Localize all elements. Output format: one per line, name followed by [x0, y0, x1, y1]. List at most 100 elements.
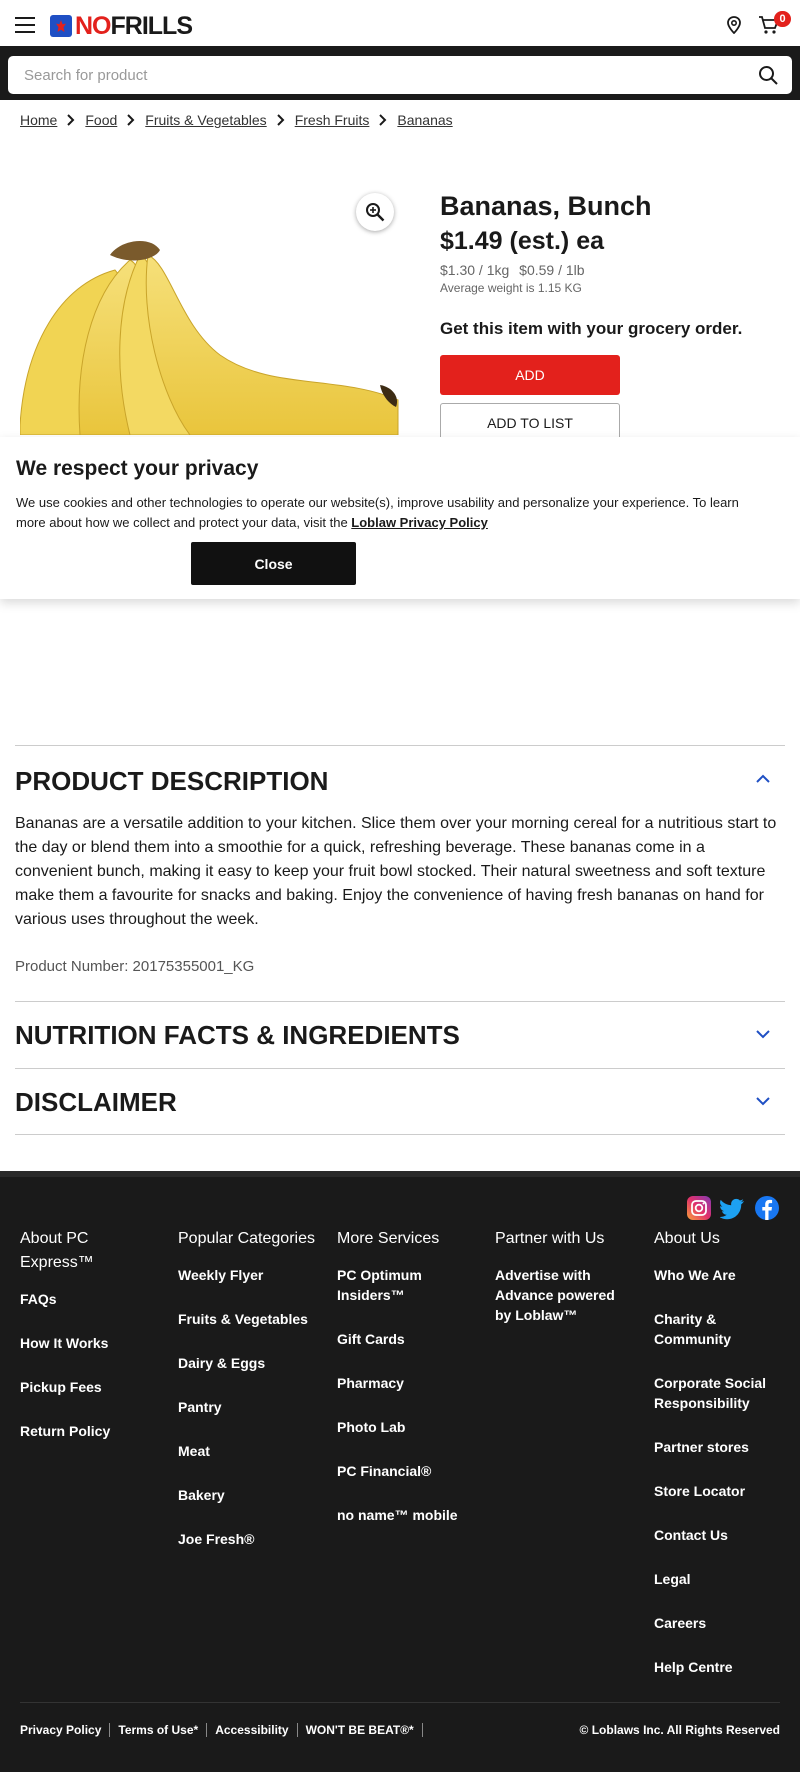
breadcrumb-bananas[interactable]: Bananas	[397, 112, 452, 128]
social-links	[686, 1195, 780, 1221]
footer-bottom-bar: Privacy Policy Terms of Use* Accessibili…	[20, 1702, 780, 1737]
description-title: PRODUCT DESCRIPTION	[15, 766, 329, 796]
privacy-title: We respect your privacy	[16, 457, 259, 480]
copyright: © Loblaws Inc. All Rights Reserved	[579, 1723, 780, 1737]
chevron-right-icon	[67, 114, 75, 126]
footer-link-gift-cards[interactable]: Gift Cards	[337, 1329, 477, 1349]
description-section: PRODUCT DESCRIPTION Bananas are a versat…	[15, 745, 785, 1001]
privacy-banner: We respect your privacy We use cookies a…	[0, 437, 800, 599]
nutrition-header[interactable]: NUTRITION FACTS & INGREDIENTS	[15, 1002, 785, 1068]
price-est: (est.)	[509, 227, 570, 255]
footer-link-pharmacy[interactable]: Pharmacy	[337, 1373, 477, 1393]
chevron-right-icon	[379, 114, 387, 126]
privacy-close-button[interactable]: Close	[191, 542, 356, 585]
footer-link-who-we-are[interactable]: Who We Are	[654, 1265, 794, 1285]
unit-price-lb: $0.59 / 1lb	[519, 262, 585, 278]
footer-link-how-it-works[interactable]: How It Works	[20, 1333, 160, 1353]
price-unit: ea	[576, 227, 605, 255]
logo-text: NOFRILLS	[75, 11, 193, 40]
product-number: Product Number: 20175355001_KG	[15, 958, 255, 975]
breadcrumb-fruits-vegetables[interactable]: Fruits & Vegetables	[145, 112, 266, 128]
product-image[interactable]	[20, 225, 400, 435]
product-price: $1.49 (est.) ea	[440, 226, 790, 256]
footer-column-partner: Partner with Us Advertise with Advance p…	[495, 1227, 635, 1349]
breadcrumb: Home Food Fruits & Vegetables Fresh Frui…	[20, 112, 453, 128]
privacy-text: We use cookies and other technologies to…	[16, 493, 766, 533]
footer-link-pc-financial[interactable]: PC Financial®	[337, 1461, 477, 1481]
twitter-icon[interactable]	[720, 1195, 746, 1221]
footer-column-about-us: About Us Who We Are Charity & Community …	[654, 1227, 794, 1701]
footer-link-fruits-vegetables[interactable]: Fruits & Vegetables	[178, 1309, 318, 1329]
unit-price-kg: $1.30 / 1kg	[440, 262, 510, 278]
breadcrumb-home[interactable]: Home	[20, 112, 57, 128]
product-info: Bananas, Bunch $1.49 (est.) ea $1.30 / 1…	[440, 190, 790, 443]
footer-column-about-pc-express: About PC Express™ FAQs How It Works Pick…	[20, 1227, 160, 1465]
disclaimer-header[interactable]: DISCLAIMER	[15, 1069, 785, 1135]
unit-prices: $1.30 / 1kg $0.59 / 1lb	[440, 262, 790, 278]
search-box	[8, 56, 792, 94]
footer-link-no-name-mobile[interactable]: no name™ mobile	[337, 1505, 477, 1525]
footer-link-return-policy[interactable]: Return Policy	[20, 1421, 160, 1441]
cart-count-badge: 0	[774, 11, 791, 27]
footer-link-weekly-flyer[interactable]: Weekly Flyer	[178, 1265, 318, 1285]
footer-column-popular-categories: Popular Categories Weekly Flyer Fruits &…	[178, 1227, 318, 1573]
footer-link-help-centre[interactable]: Help Centre	[654, 1657, 794, 1677]
footer-link-contact-us[interactable]: Contact Us	[654, 1525, 794, 1545]
nutrition-title: NUTRITION FACTS & INGREDIENTS	[15, 1020, 460, 1050]
instagram-icon[interactable]	[686, 1195, 712, 1221]
location-pin-icon[interactable]	[726, 16, 742, 34]
logo[interactable]: NOFRILLS	[50, 11, 193, 40]
disclaimer-title: DISCLAIMER	[15, 1087, 177, 1117]
order-prompt: Get this item with your grocery order.	[440, 319, 743, 338]
chevron-down-icon[interactable]	[756, 1097, 770, 1106]
footer-heading: Partner with Us	[495, 1230, 605, 1247]
privacy-policy-link[interactable]: Loblaw Privacy Policy	[351, 515, 488, 530]
search-bar	[0, 50, 800, 100]
footer-link-photo-lab[interactable]: Photo Lab	[337, 1417, 477, 1437]
footer-heading: Popular Categories	[178, 1230, 315, 1247]
terms-of-use-link[interactable]: Terms of Use*	[118, 1723, 208, 1737]
footer-link-charity[interactable]: Charity & Community	[654, 1309, 794, 1349]
site-footer: About PC Express™ FAQs How It Works Pick…	[0, 1171, 800, 1772]
footer-link-store-locator[interactable]: Store Locator	[654, 1481, 794, 1501]
product-accordion: PRODUCT DESCRIPTION Bananas are a versat…	[15, 745, 785, 1135]
zoom-in-icon	[366, 203, 385, 222]
footer-link-legal[interactable]: Legal	[654, 1569, 794, 1589]
footer-link-pc-optimum[interactable]: PC Optimum Insiders™	[337, 1265, 477, 1305]
footer-link-bakery[interactable]: Bakery	[178, 1485, 318, 1505]
disclaimer-section[interactable]: DISCLAIMER	[15, 1068, 785, 1135]
description-text: Bananas are a versatile addition to your…	[15, 815, 777, 928]
footer-heading: More Services	[337, 1230, 440, 1247]
footer-heading: About Us	[654, 1230, 720, 1247]
footer-link-pantry[interactable]: Pantry	[178, 1397, 318, 1417]
site-header: NOFRILLS 0	[0, 0, 800, 50]
footer-link-pickup-fees[interactable]: Pickup Fees	[20, 1377, 160, 1397]
zoom-button[interactable]	[356, 193, 394, 231]
footer-link-joe-fresh[interactable]: Joe Fresh®	[178, 1529, 318, 1549]
add-button[interactable]: ADD	[440, 355, 620, 395]
breadcrumb-fresh-fruits[interactable]: Fresh Fruits	[295, 112, 370, 128]
footer-heading: About PC Express™	[20, 1230, 94, 1271]
footer-link-advertise[interactable]: Advertise with Advance powered by Loblaw…	[495, 1265, 635, 1325]
search-input[interactable]	[8, 56, 708, 94]
nutrition-section[interactable]: NUTRITION FACTS & INGREDIENTS	[15, 1001, 785, 1068]
footer-link-careers[interactable]: Careers	[654, 1613, 794, 1633]
privacy-policy-link[interactable]: Privacy Policy	[20, 1723, 111, 1737]
footer-link-faqs[interactable]: FAQs	[20, 1289, 160, 1309]
wont-be-beat-link[interactable]: WON'T BE BEAT®*	[306, 1723, 423, 1737]
footer-link-meat[interactable]: Meat	[178, 1441, 318, 1461]
search-icon[interactable]	[758, 65, 778, 85]
footer-link-csr[interactable]: Corporate Social Responsibility	[654, 1373, 794, 1413]
chevron-up-icon[interactable]	[756, 774, 770, 783]
footer-link-partner-stores[interactable]: Partner stores	[654, 1437, 794, 1457]
footer-column-more-services: More Services PC Optimum Insiders™ Gift …	[337, 1227, 477, 1549]
facebook-icon[interactable]	[754, 1195, 780, 1221]
menu-icon[interactable]	[15, 17, 35, 33]
footer-link-dairy-eggs[interactable]: Dairy & Eggs	[178, 1353, 318, 1373]
accessibility-link[interactable]: Accessibility	[215, 1723, 298, 1737]
price-value: $1.49	[440, 227, 503, 255]
chevron-down-icon[interactable]	[756, 1030, 770, 1039]
breadcrumb-food[interactable]: Food	[85, 112, 117, 128]
description-header[interactable]: PRODUCT DESCRIPTION	[15, 746, 785, 812]
chevron-right-icon	[276, 114, 285, 126]
